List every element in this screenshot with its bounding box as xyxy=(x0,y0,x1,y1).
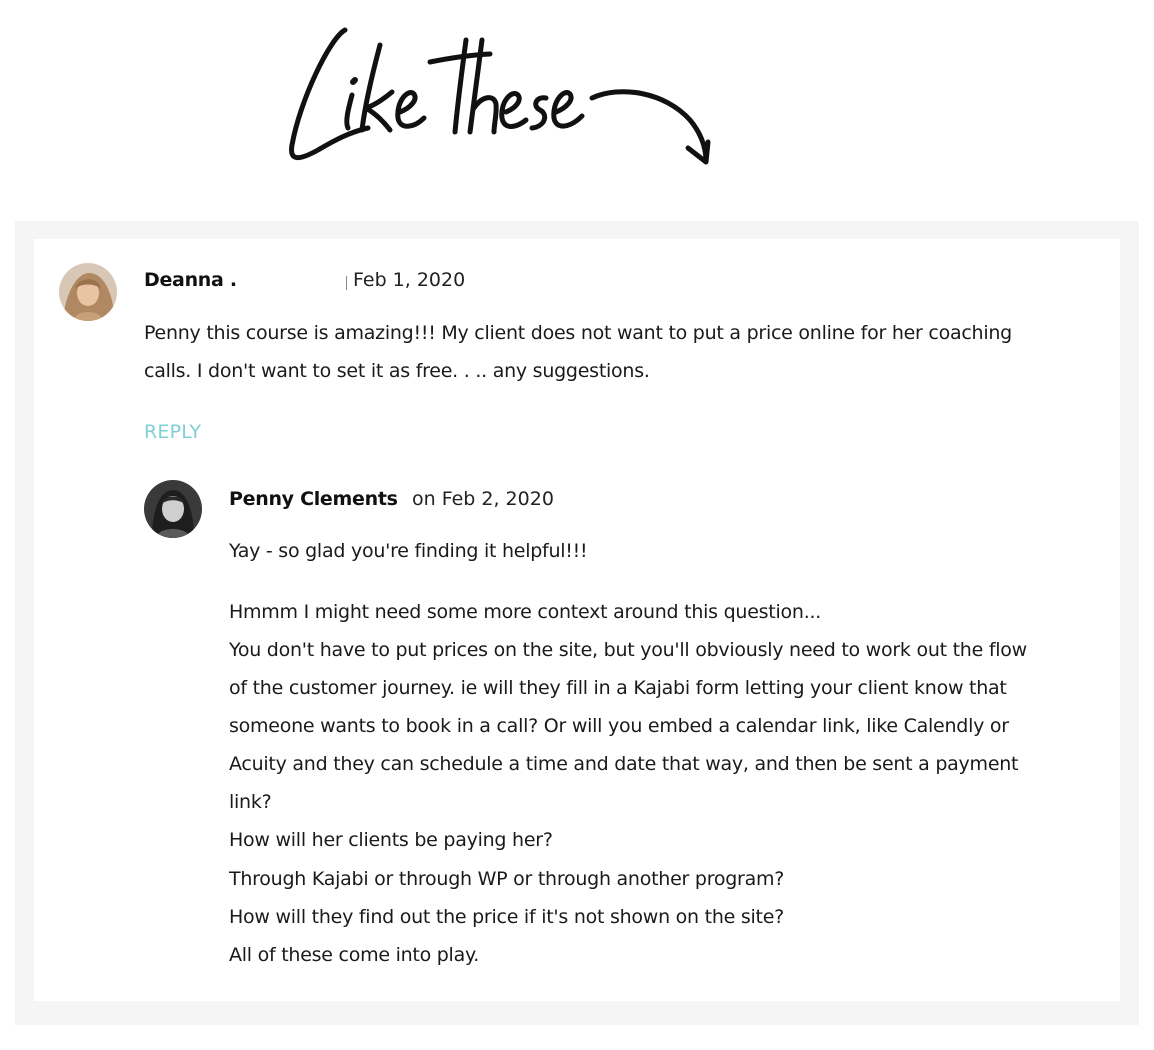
reply-text-line: How will they find out the price if it's… xyxy=(229,906,785,928)
avatar xyxy=(59,263,117,321)
comment-date: Feb 1, 2020 xyxy=(353,269,466,291)
reply-text-line: of the customer journey. ie will they fi… xyxy=(229,677,1007,699)
reply-text-line: Through Kajabi or through WP or through … xyxy=(229,868,785,890)
reply-text-line: Hmmm I might need some more context arou… xyxy=(229,601,822,623)
reply-date: on Feb 2, 2020 xyxy=(412,488,554,510)
handwritten-title xyxy=(0,0,1154,200)
comment-text-line: Penny this course is amazing!!! My clien… xyxy=(144,322,1012,344)
reply-text-line: link? xyxy=(229,791,272,813)
reply-text-line: How will her clients be paying her? xyxy=(229,829,553,851)
reply-text-line: All of these come into play. xyxy=(229,944,480,966)
reply-button[interactable]: REPLY xyxy=(144,421,201,443)
handwritten-title-art xyxy=(289,27,711,165)
comment-text-line: calls. I don't want to set it as free. .… xyxy=(144,360,650,382)
reply-text-line: You don't have to put prices on the site… xyxy=(229,639,1027,661)
comment-author[interactable]: Deanna . xyxy=(144,269,237,291)
reply-text-line: Acuity and they can schedule a time and … xyxy=(229,753,1019,775)
avatar xyxy=(144,480,202,538)
redaction-mark xyxy=(346,276,347,290)
reply-text-line: someone wants to book in a call? Or will… xyxy=(229,715,1009,737)
avatar-photo-icon xyxy=(144,480,202,538)
reply-author[interactable]: Penny Clements xyxy=(229,488,398,510)
reply-intro: Yay - so glad you're finding it helpful!… xyxy=(229,540,588,562)
avatar-photo-icon xyxy=(59,263,117,321)
